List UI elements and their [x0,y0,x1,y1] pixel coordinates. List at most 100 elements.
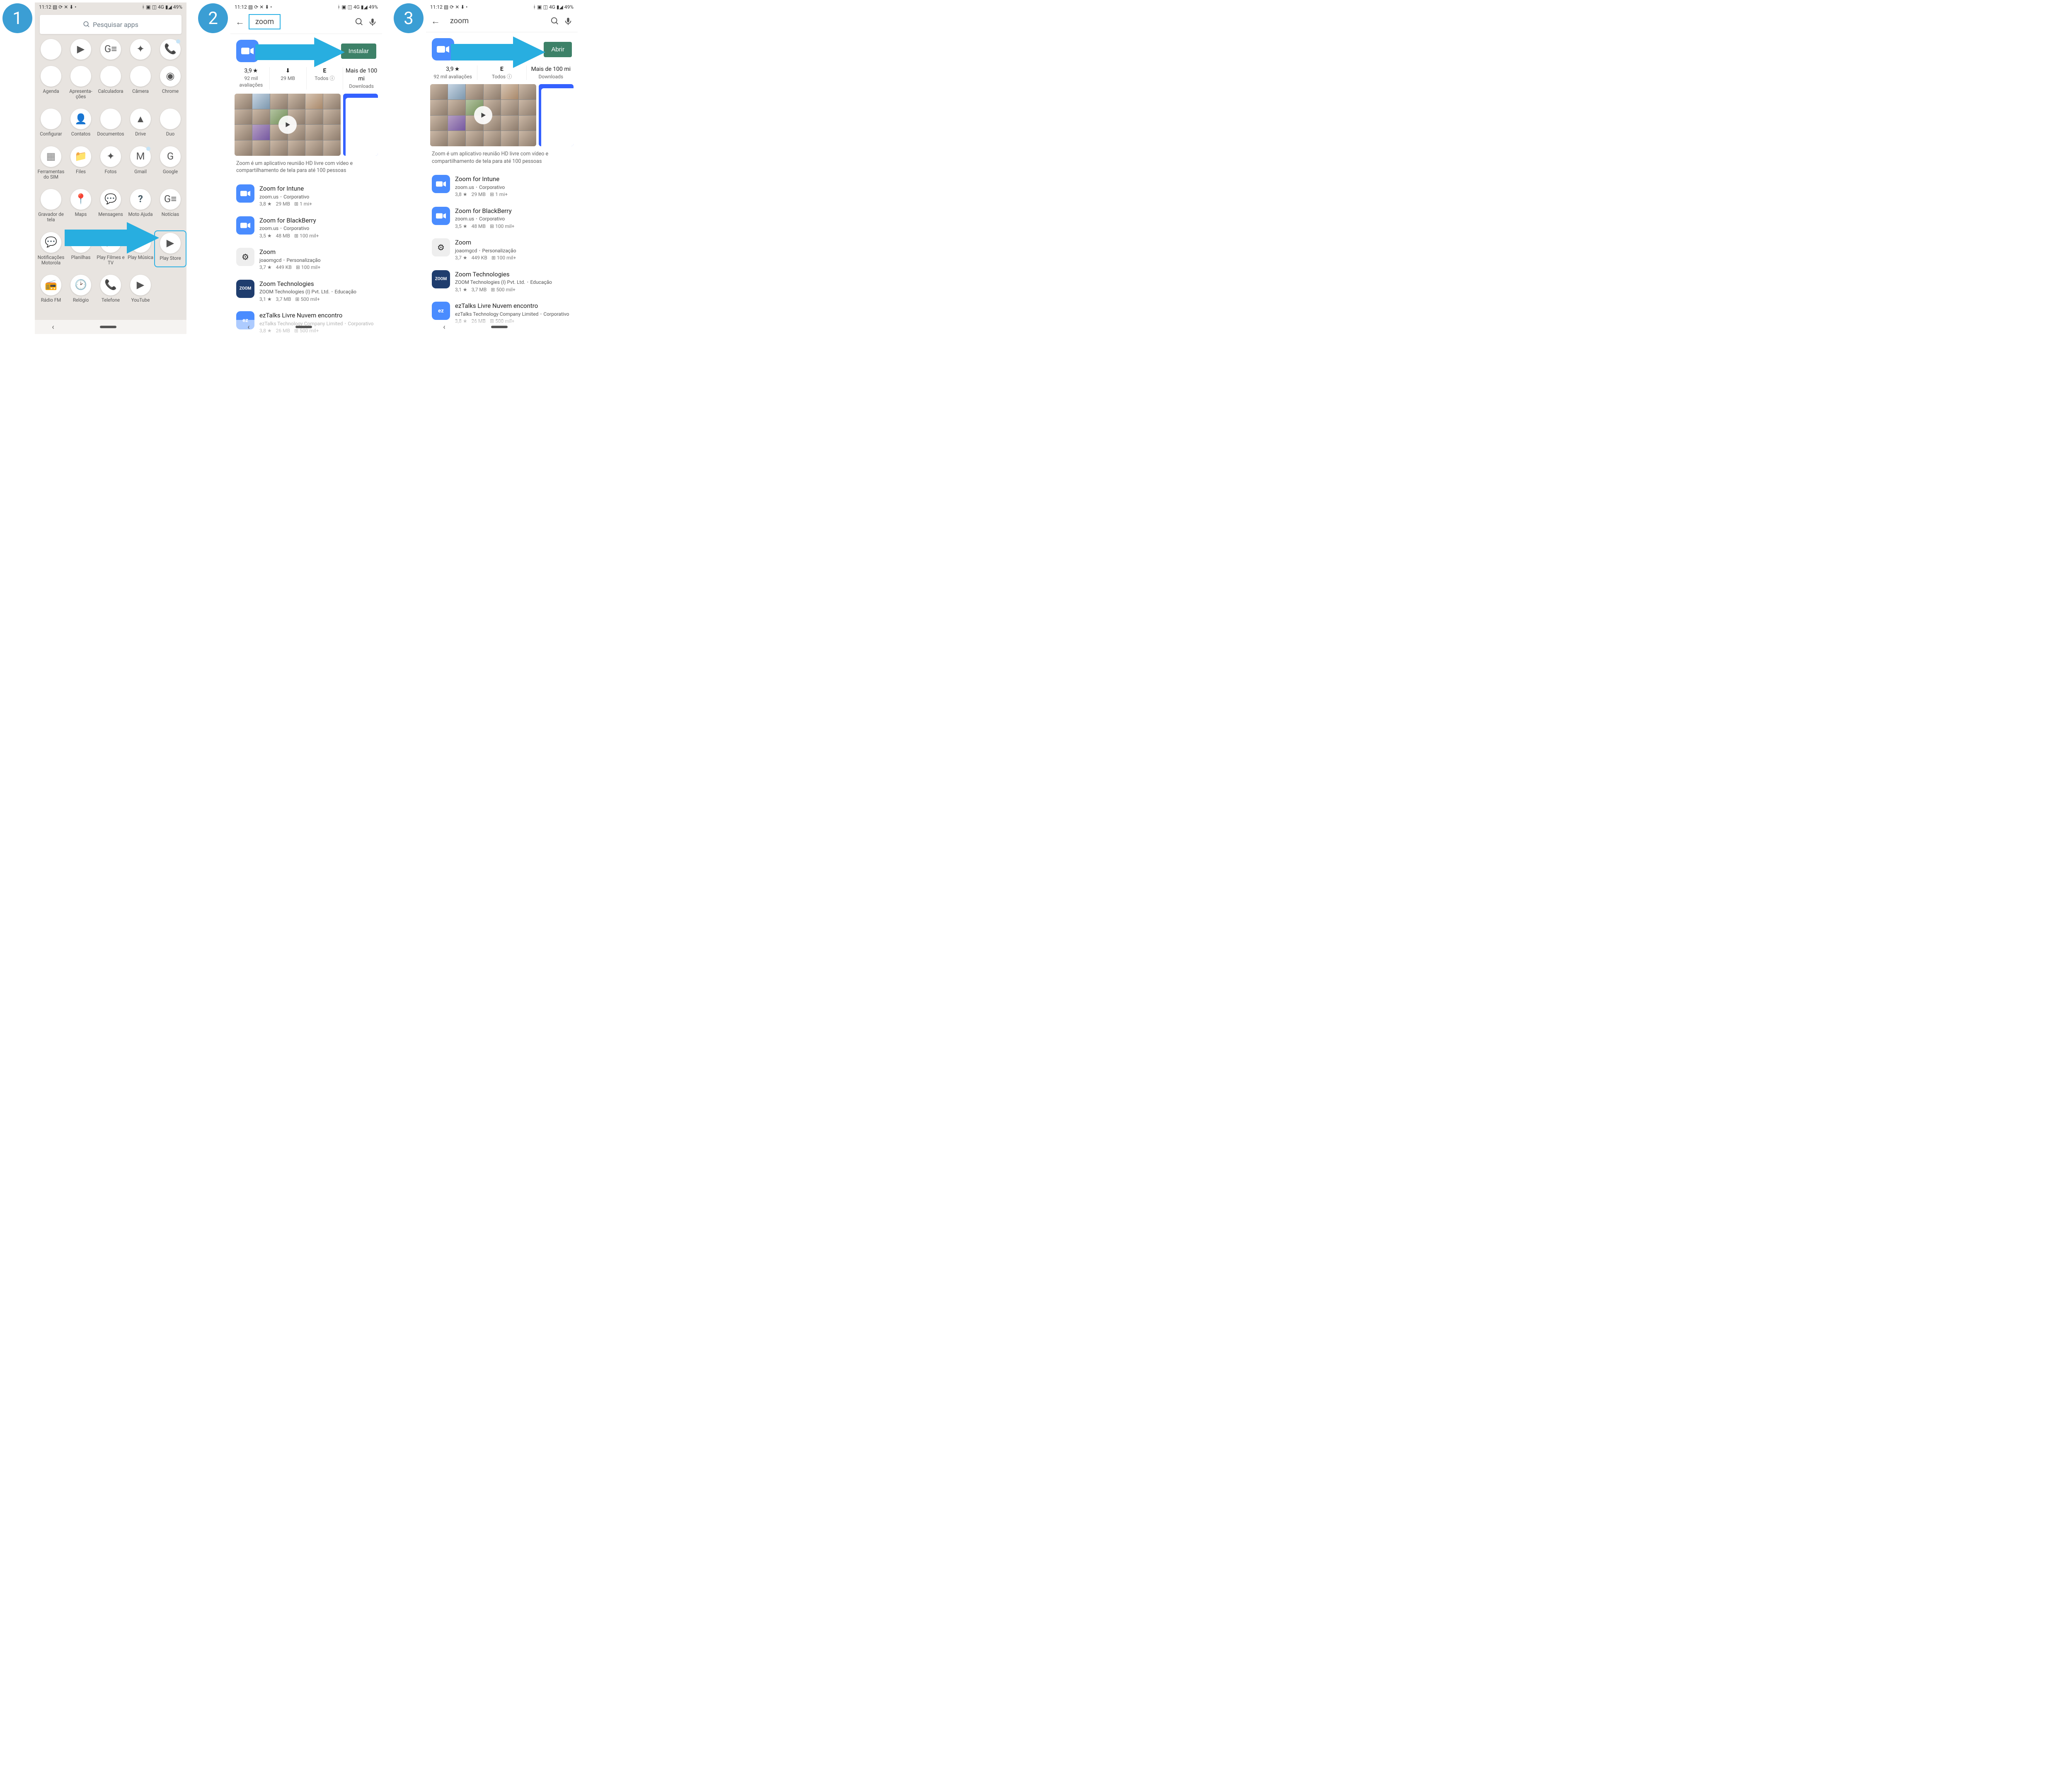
nav-home-pill[interactable] [100,326,116,328]
screenshots-row[interactable] [230,94,382,156]
ic-gear-icon: ⚙ [41,39,61,60]
ic-gphotos-icon: ✦ [100,146,121,167]
app-moto-ajuda[interactable]: ? Moto Ajuda [126,189,155,223]
app-drive[interactable]: ▲ Drive [126,109,155,137]
result-item[interactable]: Zoom for Intune zoom.us•Corporativo 3,8 … [236,180,376,212]
screenshot-2[interactable] [539,84,574,146]
back-icon[interactable]: ← [431,16,440,27]
nav-home-pill[interactable] [295,326,312,328]
app-maps[interactable]: 📍 Maps [66,189,95,223]
search-results: Zoom for Intune zoom.us•Corporativo 3,8 … [426,171,578,329]
result-app-icon [236,216,254,235]
app-ferramentas-do-sim[interactable]: ▦ Ferramentasdo SIM [36,146,65,180]
download-box-icon: ⊞ [491,254,496,261]
result-publisher: ZOOM Technologies (I) Pvt. Ltd.•Educação [259,288,376,295]
play-icon[interactable] [278,116,297,134]
result-app-icon: ⚙ [236,248,254,266]
result-item[interactable]: Zoom for BlackBerry zoom.us•Corporativo … [432,203,572,235]
app-chrome[interactable]: ◉ Chrome [156,66,185,99]
app-gmail[interactable]: M Gmail [126,146,155,180]
result-item[interactable]: Zoom for BlackBerry zoom.us•Corporativo … [236,212,376,244]
result-meta: 3,7 ★449 KB ⊞100 mil+ [455,254,572,261]
app-label: Rádio FM [41,298,61,303]
meta-age[interactable]: E Todos ⓘ [477,65,526,80]
app-files[interactable]: 📁 Files [66,146,95,180]
app-contatos[interactable]: 👤 Contatos [66,109,95,137]
mic-icon[interactable] [368,17,377,27]
app-label: Chrome [162,89,179,94]
search-icon [83,21,90,28]
screenshot-video[interactable] [235,94,341,156]
app-play-store[interactable]: ▶ Play Store [156,232,185,266]
app-documentos[interactable]: ≡ Documentos [96,109,125,137]
back-icon[interactable]: ← [235,17,244,27]
meta-size[interactable]: ⬇ 29 MB [269,67,306,90]
zoom-app-icon[interactable] [236,40,259,62]
search-apps-field[interactable]: Pesquisar apps [40,15,182,34]
meta-age[interactable]: E Todos ⓘ [306,67,343,90]
signal-icon: ▮◢ [361,4,368,10]
app-mensagens[interactable]: 💬 Mensagens [96,189,125,223]
app-telefone[interactable]: 📞 Telefone [96,275,125,303]
search-placeholder: Pesquisar apps [93,21,138,29]
app-relógio[interactable]: 🕑 Relógio [66,275,95,303]
search-icon[interactable] [355,17,364,27]
app-planilhas[interactable]: ▦ Planilhas [66,232,95,266]
app-label: Notícias [162,212,179,217]
app-gravador-de-tela[interactable]: ⦿ Gravador detela [36,189,65,223]
nav-home-pill[interactable] [491,326,508,328]
app-rádio-fm[interactable]: 📻 Rádio FM [36,275,65,303]
app-configurar[interactable]: ⚙ Configurar [36,109,65,137]
app-label: Duo [166,131,174,137]
result-item[interactable]: ZOOM Zoom Technologies ZOOM Technologies… [432,266,572,298]
step-badge-1: 1 [2,3,32,33]
screenshot-2[interactable] [343,94,378,156]
app-câmera[interactable]: ◉ Câmera [126,66,155,99]
search-query[interactable]: zoom [444,14,474,28]
app-ic-phone[interactable]: 📞 [156,39,185,62]
app-fotos[interactable]: ✦ Fotos [96,146,125,180]
app-ic-gphotos[interactable]: ✦ [126,39,155,62]
app-label: Configurar [40,131,62,137]
download-box-icon: ⊞ [490,223,494,230]
app-play-filmes-e-tv[interactable]: ▶ Play Filmes eTV [96,232,125,266]
result-item[interactable]: ZOOM Zoom Technologies ZOOM Technologies… [236,276,376,307]
screenshot-video[interactable] [430,84,536,146]
app-ic-play[interactable]: ▶ [66,39,95,62]
app-grid: 14 Agenda▭ Apresenta-ções＋− ×＝ Calculado… [35,62,186,303]
nav-back-icon[interactable]: ‹ [443,323,445,331]
meta-rating[interactable]: 3,9★ 92 mil avaliações [428,65,477,80]
search-icon[interactable] [550,17,559,26]
app-ic-gnews[interactable]: G≡ [96,39,125,62]
app-google[interactable]: G Google [156,146,185,180]
nav-back-icon[interactable]: ‹ [52,323,54,331]
meta-downloads[interactable]: Mais de 100 mi Downloads [526,65,575,80]
result-item[interactable]: ⚙ Zoom joaomgcd•Personalização 3,7 ★449 … [236,244,376,276]
app-play-música[interactable]: ▶ Play Música [126,232,155,266]
play-icon[interactable] [474,106,492,124]
search-query[interactable]: zoom [249,14,281,29]
app-duo[interactable]: ▶ Duo [156,109,185,137]
app-youtube[interactable]: ▶ YouTube [126,275,155,303]
battery-pct: 49% [564,4,574,10]
app-apresenta--ções[interactable]: ▭ Apresenta-ções [66,66,95,99]
mic-icon[interactable] [564,17,573,26]
zoom-app-icon[interactable] [432,38,454,60]
open-button[interactable]: Abrir [544,42,572,57]
result-app-icon [432,207,450,225]
signal-4g: 4G [549,4,555,10]
meta-rating[interactable]: 3,9★ 92 mil avaliações [233,67,269,90]
screenshots-row[interactable] [426,84,578,146]
nav-back-icon[interactable]: ‹ [247,323,249,331]
app-calculadora[interactable]: ＋− ×＝ Calculadora [96,66,125,99]
result-item[interactable]: ⚙ Zoom joaomgcd•Personalização 3,7 ★449 … [432,234,572,266]
result-item[interactable]: Zoom for Intune zoom.us•Corporativo 3,8 … [432,171,572,203]
app-agenda[interactable]: 14 Agenda [36,66,65,99]
app-ic-gear[interactable]: ⚙ [36,39,65,62]
app-notícias[interactable]: G≡ Notícias [156,189,185,223]
app-notificações-motorola[interactable]: 💬 NotificaçõesMotorola [36,232,65,266]
install-button[interactable]: Instalar [341,44,376,59]
app-label: Fotos [105,169,117,174]
result-meta: 3,1 ★3,7 MB ⊞500 mil+ [259,296,376,303]
meta-downloads[interactable]: Mais de 100 mi Downloads [343,67,380,90]
